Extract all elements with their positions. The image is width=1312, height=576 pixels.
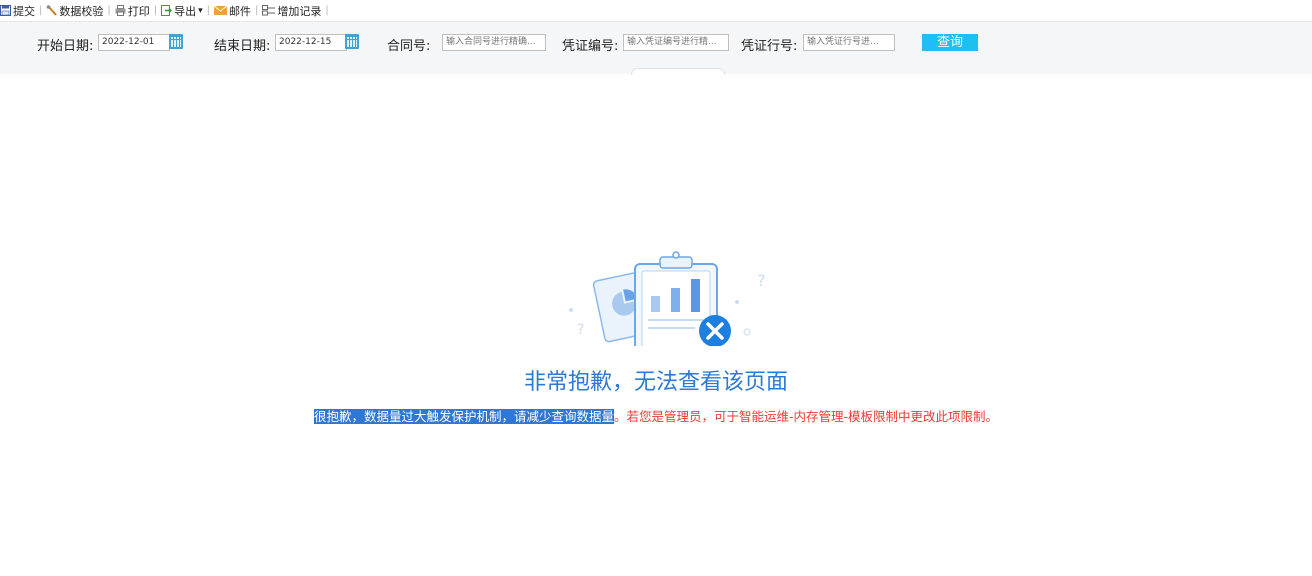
print-label: 打印 [127, 4, 150, 18]
start-date-input[interactable]: 2022-12-01 [98, 34, 170, 51]
voucher-line-label: 凭证行号: [741, 39, 798, 54]
mail-icon [213, 5, 228, 16]
calendar-icon[interactable] [345, 34, 359, 49]
add-record-label: 增加记录 [277, 4, 322, 18]
toolbar: 提交 | 数据校验 | 打印 | 导出 ▾ | 邮件 | 增加记录 | [0, 0, 1312, 22]
collapse-toggle[interactable] [631, 68, 725, 75]
start-date-label: 开始日期: [37, 39, 94, 54]
print-button[interactable]: 打印 [115, 0, 150, 21]
error-title: 非常抱歉，无法查看该页面 [523, 370, 788, 395]
voucher-no-input[interactable]: 输入凭证编号进行精... [623, 34, 729, 51]
export-icon [161, 5, 173, 16]
export-label: 导出 [174, 4, 197, 18]
error-message: 很抱歉，数据量过大触发保护机制，请减少查询数据量。若您是管理员，可于智能运维-内… [0, 406, 1312, 425]
svg-text:?: ? [577, 322, 584, 338]
add-record-button[interactable]: 增加记录 [262, 0, 321, 21]
data-verify-label: 数据校验 [59, 4, 104, 18]
contract-no-label: 合同号: [387, 39, 431, 54]
calendar-icon[interactable] [169, 34, 183, 49]
data-verify-icon [46, 5, 58, 16]
toolbar-separator: | [325, 5, 329, 16]
data-verify-button[interactable]: 数据校验 [46, 0, 103, 21]
toolbar-separator: | [107, 5, 111, 16]
export-dropdown-arrow[interactable]: ▾ [198, 6, 203, 16]
query-button[interactable]: 查询 [922, 34, 978, 51]
end-date-input[interactable]: 2022-12-15 [275, 34, 347, 51]
contract-no-input[interactable]: 输入合同号进行精确... [442, 34, 546, 51]
mail-button[interactable]: 邮件 [213, 0, 252, 21]
filter-bar: 开始日期: 2022-12-01 结束日期: 2022-12-15 合同号: 输… [0, 22, 1312, 74]
submit-label: 提交 [13, 4, 35, 18]
admin-hint-message: 。若您是管理员，可于智能运维-内存管理-模板限制中更改此项限制。 [613, 409, 999, 424]
submit-icon [0, 5, 11, 16]
export-button[interactable]: 导出 ▾ [161, 0, 203, 21]
toolbar-separator: | [206, 5, 211, 16]
submit-button[interactable]: 提交 [0, 0, 35, 21]
voucher-line-input[interactable]: 输入凭证行号进... [803, 34, 895, 51]
mail-label: 邮件 [229, 4, 252, 18]
add-record-icon [262, 5, 276, 16]
printer-icon [115, 5, 126, 16]
toolbar-separator: | [153, 5, 158, 16]
toolbar-separator: | [255, 5, 259, 16]
end-date-label: 结束日期: [214, 39, 271, 54]
highlighted-message: 很抱歉，数据量过大触发保护机制，请减少查询数据量 [313, 409, 614, 424]
svg-text:?: ? [757, 271, 766, 290]
voucher-no-label: 凭证编号: [562, 39, 619, 54]
toolbar-separator: | [39, 5, 43, 16]
error-illustration: ? ? [515, 251, 845, 346]
